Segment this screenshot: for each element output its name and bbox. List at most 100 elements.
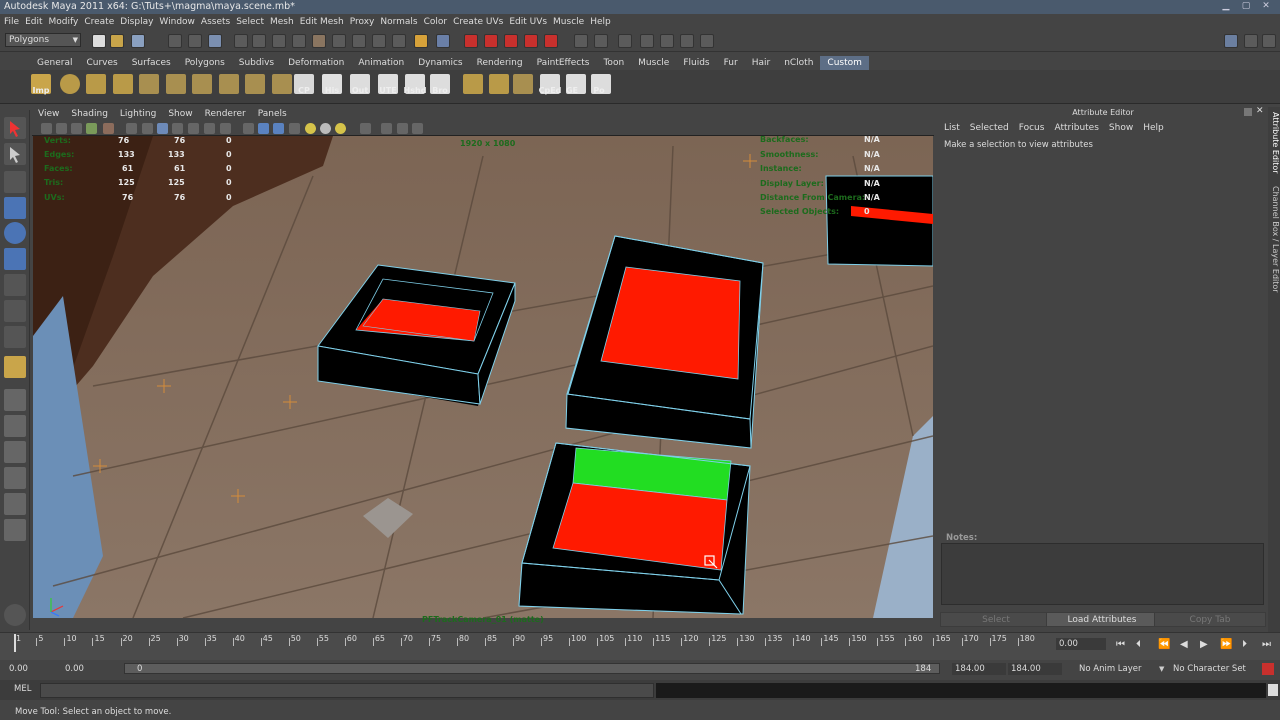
mesh-box-4[interactable] <box>825 175 933 267</box>
playback-end-field[interactable]: 184.00 <box>952 663 1006 675</box>
menu-mesh[interactable]: Mesh <box>270 17 300 27</box>
lock-icon[interactable] <box>414 34 428 48</box>
field-chart-icon[interactable] <box>188 123 199 134</box>
grid-icon[interactable] <box>513 74 533 94</box>
shadows-icon[interactable] <box>320 123 331 134</box>
camera-attributes-icon[interactable] <box>56 123 67 134</box>
start-time-field[interactable]: 0.00 <box>6 663 56 675</box>
shelf-tab-curves[interactable]: Curves <box>79 56 124 70</box>
script-editor-icon[interactable] <box>618 34 632 48</box>
menu-edit-mesh[interactable]: Edit Mesh <box>300 17 350 27</box>
viewport-layout-icon[interactable] <box>660 34 674 48</box>
cube-icon[interactable] <box>86 74 106 94</box>
bevel-icon[interactable] <box>192 74 212 94</box>
shelf-tab-muscle[interactable]: Muscle <box>631 56 676 70</box>
two-d-pan-zoom-icon[interactable] <box>103 123 114 134</box>
auto-key-icon[interactable] <box>1262 663 1274 675</box>
mel-label[interactable]: MEL <box>14 684 31 694</box>
construction-icon[interactable] <box>352 34 366 48</box>
snap-live-icon[interactable] <box>312 34 326 48</box>
universal-manipulator-icon[interactable] <box>4 274 26 296</box>
step-back-key-icon[interactable]: ⏪ <box>1158 639 1170 650</box>
gate-mask-icon[interactable] <box>172 123 183 134</box>
smooth-shade-icon[interactable] <box>258 123 269 134</box>
menu-muscle[interactable]: Muscle <box>553 17 590 27</box>
attr-menu-attributes[interactable]: Attributes <box>1054 123 1098 135</box>
paint-select-tool-icon[interactable] <box>4 171 26 193</box>
xray-icon[interactable] <box>381 123 392 134</box>
soft-mod-tool-icon[interactable] <box>4 300 26 322</box>
plane-icon[interactable] <box>139 74 159 94</box>
step-forward-key-icon[interactable]: ⏩ <box>1220 639 1232 650</box>
anim-layer-dropdown[interactable]: No Anim Layer <box>1076 663 1168 675</box>
scale-tool-icon[interactable] <box>4 248 26 270</box>
snap-point-icon[interactable] <box>272 34 286 48</box>
shelf-tab-animation[interactable]: Animation <box>351 56 411 70</box>
attr-menu-help[interactable]: Help <box>1143 123 1164 135</box>
locator-icon[interactable] <box>489 74 509 94</box>
menu-create[interactable]: Create <box>84 17 120 27</box>
menu-file[interactable]: File <box>4 17 25 27</box>
shelf-tab-rendering[interactable]: Rendering <box>470 56 530 70</box>
sphere-icon[interactable] <box>60 74 80 94</box>
close-panel-icon[interactable]: ✕ <box>1256 106 1264 116</box>
resolution-gate-icon[interactable] <box>157 123 168 134</box>
use-all-lights-icon[interactable] <box>305 123 316 134</box>
script-editor-shortcut-icon[interactable] <box>1268 684 1278 696</box>
safe-action-icon[interactable] <box>204 123 215 134</box>
playback-start-field[interactable]: 0.00 <box>62 663 112 675</box>
select-hierarchy-icon[interactable] <box>168 34 182 48</box>
hypershade-icon[interactable] <box>524 34 538 48</box>
show-manipulator-icon[interactable] <box>4 326 26 348</box>
menu-set-dropdown[interactable]: Polygons ▼ <box>5 33 81 47</box>
attr-menu-show[interactable]: Show <box>1109 123 1133 135</box>
xray-joints-icon[interactable] <box>397 123 408 134</box>
menu-assets[interactable]: Assets <box>201 17 236 27</box>
help-icon[interactable] <box>392 34 406 48</box>
shelf-tab-dynamics[interactable]: Dynamics <box>411 56 469 70</box>
shelf-tab-subdivs[interactable]: Subdivs <box>232 56 281 70</box>
shelf-tab-hair[interactable]: Hair <box>745 56 777 70</box>
side-tab-channel-box[interactable]: Channel Box / Layer Editor <box>1268 186 1280 293</box>
float-panel-icon[interactable] <box>1244 108 1252 116</box>
menu-normals[interactable]: Normals <box>380 17 423 27</box>
render-view-icon[interactable] <box>544 34 558 48</box>
character-set-dropdown[interactable]: No Character Set <box>1170 663 1258 675</box>
close-icon[interactable]: ✕ <box>1256 0 1276 13</box>
hypershade-layout-icon[interactable] <box>4 519 26 541</box>
viewport-menu-panels[interactable]: Panels <box>258 109 287 119</box>
render-icon[interactable] <box>464 34 478 48</box>
single-pane-layout-icon[interactable] <box>4 389 26 411</box>
last-tool-icon[interactable] <box>4 356 26 378</box>
notes-textarea[interactable] <box>941 543 1264 605</box>
step-forward-frame-icon[interactable]: ⏵ <box>1242 639 1247 650</box>
select-button[interactable]: Select <box>940 612 1052 627</box>
extrude-icon[interactable] <box>166 74 186 94</box>
merge-icon[interactable] <box>245 74 265 94</box>
save-scene-icon[interactable] <box>131 34 145 48</box>
safe-title-icon[interactable] <box>220 123 231 134</box>
range-slider[interactable] <box>124 663 940 674</box>
image-plane-icon[interactable] <box>86 123 97 134</box>
viewport-menu-renderer[interactable]: Renderer <box>205 109 246 119</box>
render-settings-icon[interactable] <box>504 34 518 48</box>
shelf-tab-polygons[interactable]: Polygons <box>178 56 232 70</box>
select-tool-icon[interactable] <box>4 117 26 139</box>
wireframe-icon[interactable] <box>243 123 254 134</box>
wireframe-on-shaded-icon[interactable] <box>273 123 284 134</box>
four-pane-layout-icon[interactable] <box>4 415 26 437</box>
shelf-tab-general[interactable]: General <box>30 56 79 70</box>
mesh-box-3[interactable] <box>518 442 751 615</box>
viewport-menu-lighting[interactable]: Lighting <box>120 109 156 119</box>
ipr-render-icon[interactable] <box>484 34 498 48</box>
cylinder-icon[interactable] <box>113 74 133 94</box>
copy-tab-button[interactable]: Copy Tab <box>1154 612 1266 627</box>
menu-proxy[interactable]: Proxy <box>350 17 381 27</box>
tool-settings-toggle-icon[interactable] <box>1244 34 1258 48</box>
viewport-menu-view[interactable]: View <box>38 109 59 119</box>
soft-select-icon[interactable] <box>436 34 450 48</box>
go-to-end-icon[interactable]: ⏭ <box>1262 639 1271 650</box>
minimize-icon[interactable]: ▁ <box>1216 0 1236 13</box>
shelf-tab-custom[interactable]: Custom <box>820 56 869 70</box>
graph-editor-icon[interactable] <box>574 34 588 48</box>
